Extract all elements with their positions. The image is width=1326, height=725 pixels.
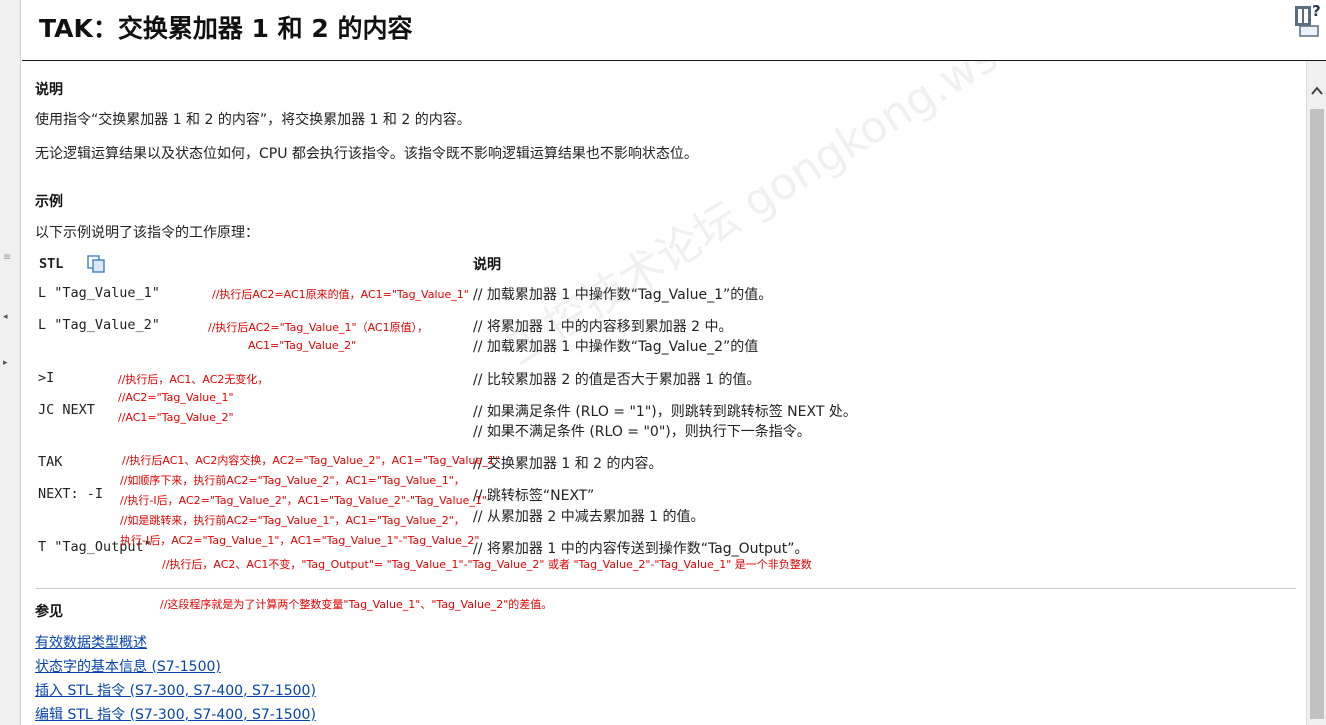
- link-insert-stl-instruction[interactable]: 插入 STL 指令 (S7-300, S7-400, S7-1500): [35, 680, 316, 700]
- link-status-word-basics[interactable]: 状态字的基本信息 (S7-1500): [35, 656, 221, 676]
- link-data-types-overview[interactable]: 有效数据类型概述: [35, 632, 147, 652]
- annotation-2a: //执行后AC2="Tag_Value_1"（AC1原值），: [208, 321, 429, 334]
- annotation-5b: //执行-I后，AC2="Tag_Value_2"，AC1="Tag_Value…: [120, 494, 487, 507]
- description-line-1: 使用指令“交换累加器 1 和 2 的内容”，将交换累加器 1 和 2 的内容。: [35, 112, 471, 128]
- code-line-2: L "Tag_Value_2": [38, 317, 160, 333]
- chevron-up-icon[interactable]: [1309, 83, 1325, 99]
- annotation-4: //执行后AC1、AC2内容交换，AC2="Tag_Value_2"，AC1="…: [122, 454, 500, 467]
- help-icon[interactable]: ?: [1292, 2, 1322, 38]
- link-edit-stl-instruction[interactable]: 编辑 STL 指令 (S7-300, S7-400, S7-1500): [35, 704, 316, 724]
- comment-line-4a: // 如果满足条件 (RLO = "1")，则跳转到跳转标签 NEXT 处。: [473, 404, 857, 420]
- annotation-5c: //如是跳转来，执行前AC2="Tag_Value_1"，AC1="Tag_Va…: [120, 514, 465, 527]
- comment-line-2b: // 加载累加器 1 中操作数“Tag_Value_2”的值: [473, 339, 759, 355]
- comment-line-6a: // 跳转标签“NEXT”: [473, 488, 595, 504]
- desc-column-header: 说明: [473, 257, 501, 273]
- comment-line-4b: // 如果不满足条件 (RLO = "0")，则执行下一条指令。: [473, 424, 811, 440]
- expand-right-icon[interactable]: ▸: [3, 358, 17, 368]
- stl-column-header: STL: [39, 256, 64, 272]
- code-line-6: NEXT: -I: [38, 486, 104, 502]
- left-splitter[interactable]: ≡ ◂ ▸: [0, 0, 21, 725]
- comment-line-7: // 将累加器 1 中的内容传送到操作数“Tag_Output”。: [473, 541, 809, 557]
- code-line-3: >I: [38, 370, 55, 386]
- annotation-3a: //执行后，AC1、AC2无变化，: [118, 373, 269, 386]
- grip-icon: ≡: [3, 252, 12, 263]
- annotation-5d: 执行-I后，AC2="Tag_Value_1"，AC1="Tag_Value_1…: [120, 534, 480, 547]
- comment-line-5: // 交换累加器 1 和 2 的内容。: [473, 456, 663, 472]
- annotation-1: //执行后AC2=AC1原来的值，AC1="Tag_Value_1": [212, 288, 469, 301]
- scrollbar-thumb[interactable]: [1310, 109, 1324, 719]
- code-line-4: JC NEXT: [38, 402, 95, 418]
- collapse-left-icon[interactable]: ◂: [3, 312, 17, 322]
- example-intro: 以下示例说明了该指令的工作原理：: [35, 225, 259, 241]
- help-content: 说明 使用指令“交换累加器 1 和 2 的内容”，将交换累加器 1 和 2 的内…: [22, 61, 1306, 725]
- comment-line-3: // 比较累加器 2 的值是否大于累加器 1 的值。: [473, 372, 761, 388]
- page-title: TAK：交换累加器 1 和 2 的内容: [39, 14, 413, 43]
- annotation-5a: //如顺序下来，执行前AC2="Tag_Value_2"，AC1="Tag_Va…: [120, 474, 465, 487]
- code-line-5: TAK: [38, 454, 63, 470]
- annotation-2b: AC1="Tag_Value_2": [248, 339, 357, 352]
- copy-icon[interactable]: [86, 254, 106, 274]
- help-header: TAK：交换累加器 1 和 2 的内容 ?: [22, 0, 1326, 61]
- svg-text:?: ?: [1312, 2, 1321, 20]
- description-line-2: 无论逻辑运算结果以及状态位如何，CPU 都会执行该指令。该指令既不影响逻辑运算结…: [35, 146, 698, 162]
- annotation-3c: //AC1="Tag_Value_2": [118, 411, 234, 424]
- comment-line-1: // 加载累加器 1 中操作数“Tag_Value_1”的值。: [473, 287, 773, 303]
- comment-line-6b: // 从累加器 2 中减去累加器 1 的值。: [473, 509, 705, 525]
- see-also-heading: 参见: [35, 604, 63, 620]
- comment-line-2a: // 将累加器 1 中的内容移到累加器 2 中。: [473, 319, 733, 335]
- example-heading: 示例: [35, 194, 63, 210]
- vertical-scrollbar[interactable]: [1306, 61, 1326, 725]
- description-heading: 说明: [35, 82, 63, 98]
- code-line-1: L "Tag_Value_1": [38, 285, 160, 301]
- annotation-6: //执行后，AC2、AC1不变，"Tag_Output"= "Tag_Value…: [162, 558, 812, 571]
- section-divider: [36, 588, 1296, 589]
- annotation-7: //这段程序就是为了计算两个整数变量"Tag_Value_1"、"Tag_Val…: [160, 598, 553, 611]
- annotation-3b: //AC2="Tag_Value_1": [118, 391, 234, 404]
